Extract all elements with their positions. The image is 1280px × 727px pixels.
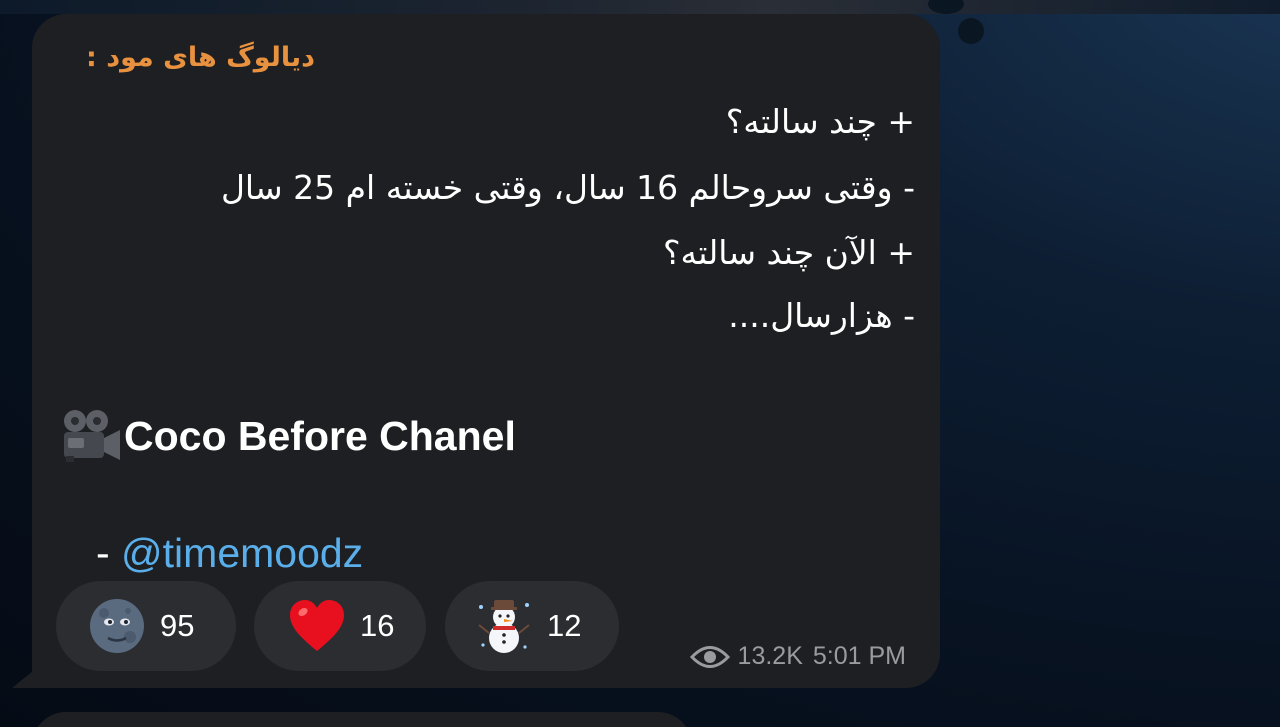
message-line: + الآن چند سالته؟ (663, 233, 915, 272)
reaction-count: 16 (360, 608, 395, 643)
message-time: 5:01 PM (812, 642, 906, 670)
sender-name[interactable]: دیالوگ های مود : (86, 42, 315, 73)
reaction-moon[interactable]: 95 (56, 581, 236, 671)
movie-camera-icon (64, 410, 120, 462)
message-meta: 13.2K 5:01 PM (689, 642, 906, 671)
channel-link[interactable]: @timemoodz (121, 530, 363, 576)
movie-title: Coco Before Chanel (124, 412, 516, 459)
reaction-count: 95 (160, 608, 195, 643)
next-message-bubble (32, 712, 692, 727)
snowman-icon (478, 600, 530, 653)
movie-title-line: Coco Before Chanel (60, 408, 516, 464)
reaction-heart[interactable]: 16 (254, 581, 426, 671)
message-line: - وقتی سروحالم 16 سال، وقتی خسته ام 25 س… (220, 168, 915, 207)
credit-prefix: - (96, 530, 122, 576)
message-bubble[interactable]: دیالوگ های مود : + چند سالته؟ - وقتی سرو… (32, 14, 940, 688)
red-heart-icon (290, 600, 344, 651)
message-line: + چند سالته؟ (725, 102, 915, 141)
reaction-count: 12 (547, 608, 582, 643)
view-count: 13.2K (737, 642, 803, 670)
channel-credit: - @timemoodz (96, 530, 363, 577)
views-eye-icon (689, 645, 730, 668)
previous-message-edge (0, 0, 1280, 14)
background-shape (958, 18, 984, 44)
message-line: - هزارسال.... (728, 296, 915, 335)
reaction-snowman[interactable]: 12 (445, 581, 619, 671)
new-moon-face-icon (90, 599, 144, 653)
